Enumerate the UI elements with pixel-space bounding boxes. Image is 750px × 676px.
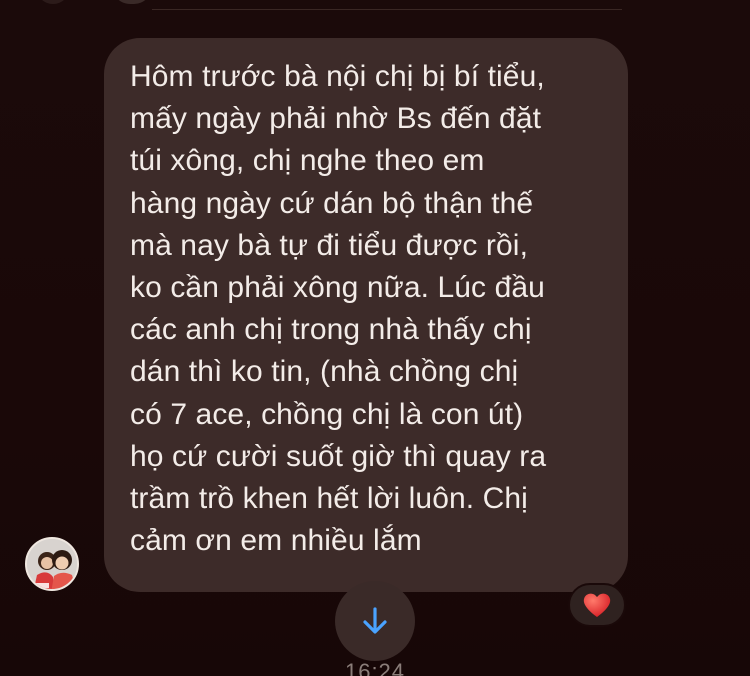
message-text: Hôm trước bà nội chị bị bí tiểu, mấy ngà…	[130, 60, 547, 558]
arrow-down-icon	[363, 607, 387, 634]
chat-screen: Hôm trước bà nội chị bị bí tiểu, mấy ngà…	[0, 0, 750, 676]
avatar-photo	[27, 539, 77, 589]
reaction-badge[interactable]	[568, 583, 626, 627]
message-timestamp: 16:24	[344, 659, 406, 676]
scroll-down-button[interactable]	[335, 581, 415, 661]
message-bubble[interactable]: Hôm trước bà nội chị bị bí tiểu, mấy ngà…	[104, 38, 628, 592]
divider	[152, 9, 622, 10]
previous-message-fragment	[112, 0, 152, 4]
heart-icon	[583, 593, 611, 617]
sender-avatar[interactable]	[25, 537, 79, 591]
previous-avatar-fragment	[36, 0, 70, 4]
